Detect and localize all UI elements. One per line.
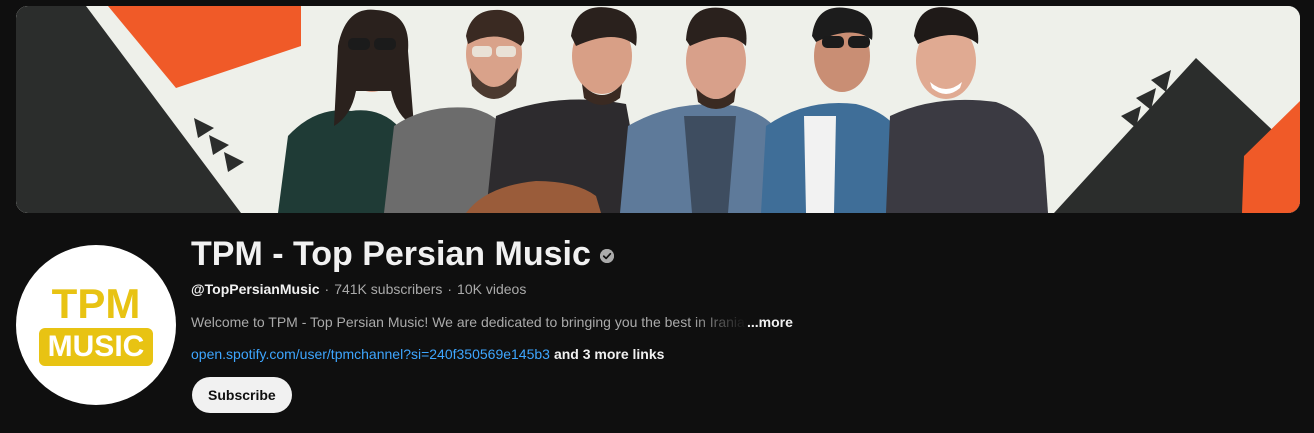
channel-avatar[interactable]: TPM MUSIC [16,245,176,405]
channel-links: open.spotify.com/user/tpmchannel?si=240f… [191,346,664,362]
verified-check-icon [599,249,614,263]
more-links-link[interactable]: and 3 more links [554,346,664,362]
channel-title: TPM - Top Persian Music [191,234,591,273]
description-more-link[interactable]: ...more [747,314,793,330]
tpm-music-logo: TPM MUSIC [39,282,153,368]
banner-artwork [16,6,1300,213]
video-count: 10K videos [457,281,527,297]
channel-handle: @TopPersianMusic [191,281,320,297]
channel-meta: @TopPersianMusic · 741K subscribers · 10K vi… [191,281,526,297]
spotify-link[interactable]: open.spotify.com/user/tpmchannel?si=240f… [191,346,550,362]
description-text: Welcome to TPM - Top Persian Music! We a… [191,314,747,330]
logo-music-text: MUSIC [39,328,153,366]
logo-tpm-text: TPM [51,280,141,327]
channel-info: TPM - Top Persian Music @TopPersianMusic… [191,230,1191,413]
title-row: TPM - Top Persian Music [191,230,1191,278]
separator-dot: · [447,281,453,297]
subscribe-button[interactable]: Subscribe [192,377,292,413]
channel-description[interactable]: Welcome to TPM - Top Persian Music! We a… [191,314,793,330]
separator-dot: · [324,281,330,297]
channel-banner [16,6,1300,213]
subscriber-count: 741K subscribers [334,281,443,297]
